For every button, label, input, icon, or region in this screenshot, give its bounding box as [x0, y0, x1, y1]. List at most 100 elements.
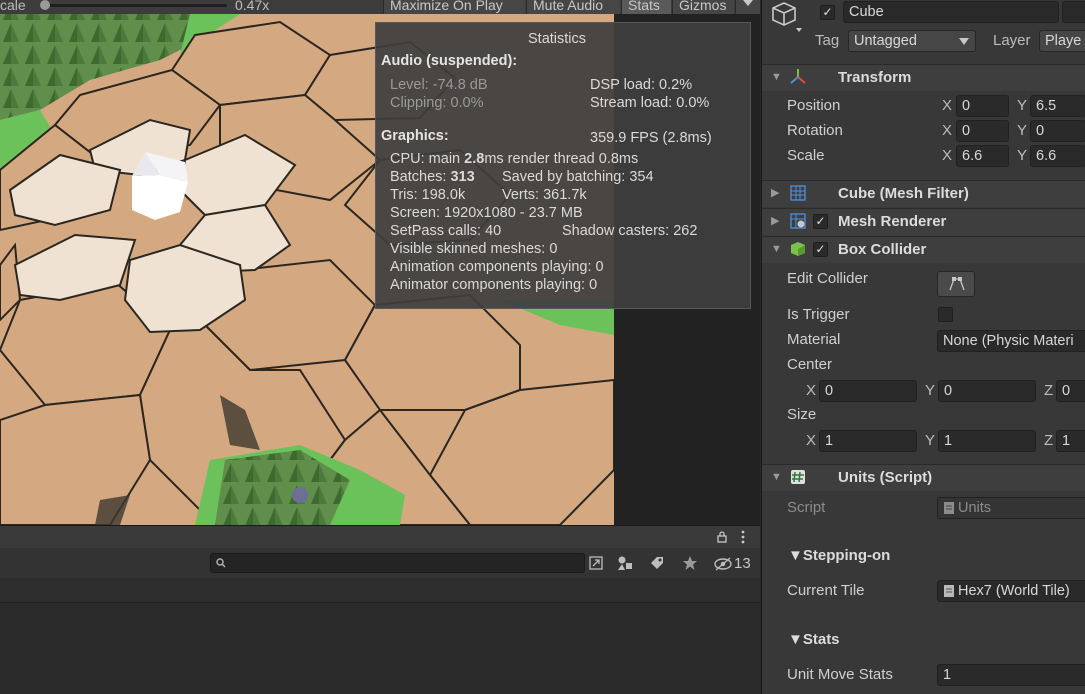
scale-y-label[interactable]: Y	[1017, 147, 1027, 165]
mesh-filter-header[interactable]: ▶ Cube (Mesh Filter)	[762, 180, 1085, 207]
scale-label[interactable]: Scale	[787, 147, 825, 165]
filter-by-label-icon[interactable]	[649, 555, 665, 571]
script-label: Script	[787, 499, 826, 516]
position-y-field[interactable]: 6.5	[1030, 95, 1085, 117]
scale-slider-handle[interactable]	[40, 0, 50, 10]
object-name-field[interactable]: Cube	[843, 1, 1059, 23]
rotation-label[interactable]: Rotation	[787, 122, 843, 140]
stats-header[interactable]: ▼Stats	[788, 631, 840, 649]
game-view-toolbar: cale 0.47x Maximize On Play Mute Audio S…	[0, 0, 760, 14]
object-active-checkbox[interactable]: ✓	[820, 5, 835, 20]
current-tile-label: Current Tile	[787, 582, 865, 599]
position-x-field[interactable]: 0	[956, 95, 1009, 117]
is-trigger-checkbox[interactable]	[938, 307, 953, 322]
statistics-panel: Statistics Audio (suspended): Level: -74…	[375, 22, 751, 309]
size-x-field[interactable]: 1	[819, 430, 917, 452]
script-value: Units	[958, 500, 992, 516]
box-collider-enabled-checkbox[interactable]: ✓	[813, 242, 828, 257]
layer-dropdown[interactable]: Playe	[1039, 30, 1085, 52]
rotation-y-label[interactable]: Y	[1017, 122, 1027, 140]
more-options-icon[interactable]	[740, 530, 746, 544]
scale-value: 0.47x	[235, 0, 270, 13]
foldout-collapsed-icon: ▶	[771, 187, 780, 199]
foldout-expanded-icon: ▼	[771, 471, 782, 483]
batches-value: 313	[450, 169, 475, 185]
batches-stat: Batches: 313	[390, 169, 475, 186]
center-z-field[interactable]: 0	[1056, 380, 1085, 402]
current-tile-field[interactable]: Hex7 (World Tile)	[937, 580, 1085, 602]
unit-move-stats-field[interactable]: 1	[937, 664, 1085, 686]
rotation-x-label[interactable]: X	[942, 122, 952, 140]
setpass-stat: SetPass calls: 40	[390, 223, 502, 239]
tag-value: Untagged	[854, 33, 917, 49]
size-y-label[interactable]: Y	[925, 432, 935, 450]
size-z-field[interactable]: 1	[1056, 430, 1085, 452]
bottom-panel-tabbar	[0, 525, 760, 548]
audio-header: Audio (suspended):	[381, 53, 518, 69]
star-icon[interactable]	[682, 555, 698, 571]
stats-button[interactable]: Stats	[621, 0, 671, 14]
size-z-label[interactable]: Z	[1044, 432, 1053, 450]
mute-audio-button[interactable]: Mute Audio	[526, 0, 620, 14]
graphics-header: Graphics:	[381, 128, 449, 144]
shadow-casters-stat: Shadow casters: 262	[562, 223, 698, 239]
center-x-label[interactable]: X	[806, 382, 816, 400]
position-x-label[interactable]: X	[942, 97, 952, 115]
verts-stat: Verts: 361.7k	[502, 187, 587, 203]
tag-dropdown[interactable]: Untagged	[848, 30, 976, 52]
gizmos-dropdown[interactable]	[735, 0, 760, 14]
filter-by-type-icon[interactable]	[617, 555, 633, 571]
gizmos-button[interactable]: Gizmos	[672, 0, 734, 14]
position-label[interactable]: Position	[787, 97, 840, 115]
center-label: Center	[787, 356, 833, 373]
scale-y-field[interactable]: 6.6	[1030, 145, 1085, 167]
size-y-field[interactable]: 1	[938, 430, 1036, 452]
batches-prefix: Batches:	[390, 169, 451, 185]
transform-icon	[790, 69, 806, 84]
audio-clipping: Clipping: 0.0%	[390, 95, 484, 111]
position-y-label[interactable]: Y	[1017, 97, 1027, 115]
center-x-field[interactable]: 0	[819, 380, 917, 402]
stepping-on-header[interactable]: ▼Stepping-on	[788, 547, 890, 565]
cpu-suffix: ms render thread 0.8ms	[484, 151, 639, 167]
material-field[interactable]: None (Physic Materi	[937, 330, 1085, 352]
scale-x-field[interactable]: 6.6	[956, 145, 1009, 167]
lock-icon[interactable]	[716, 531, 728, 543]
edit-collider-button[interactable]	[937, 271, 975, 297]
maximize-on-play-button[interactable]: Maximize On Play	[383, 0, 525, 14]
box-collider-header[interactable]: ▼ ✓ Box Collider	[762, 236, 1085, 263]
units-script-title: Units (Script)	[838, 469, 933, 486]
mesh-renderer-header[interactable]: ▶ ✓ Mesh Renderer	[762, 208, 1085, 235]
tris-stat: Tris: 198.0k	[390, 187, 466, 203]
object-reference-icon	[944, 585, 954, 597]
center-z-label[interactable]: Z	[1044, 382, 1053, 400]
units-script-header[interactable]: ▼ Units (Script)	[762, 464, 1085, 491]
cpu-prefix: CPU: main	[390, 151, 465, 167]
mesh-filter-title: Cube (Mesh Filter)	[838, 185, 969, 202]
transform-title: Transform	[838, 69, 912, 86]
cpu-stats: CPU: main 2.8ms render thread 0.8ms	[390, 151, 638, 168]
search-by-type-icon[interactable]	[589, 556, 603, 570]
search-icon	[216, 558, 226, 568]
saved-by-batching: Saved by batching: 354	[502, 169, 654, 185]
mesh-renderer-enabled-checkbox[interactable]: ✓	[813, 214, 828, 229]
edit-collider-label: Edit Collider	[787, 270, 868, 287]
material-label: Material	[787, 331, 841, 348]
audio-level: Level: -74.8 dB	[390, 77, 488, 93]
rotation-y-field[interactable]: 0	[1030, 120, 1085, 142]
transform-header[interactable]: ▼ Transform	[762, 64, 1085, 91]
edit-bounds-icon	[949, 277, 965, 291]
scale-slider[interactable]	[42, 4, 227, 7]
fps-readout: 359.9 FPS (2.8ms)	[590, 130, 712, 146]
mesh-filter-icon	[790, 185, 806, 201]
rotation-x-field[interactable]: 0	[956, 120, 1009, 142]
center-y-label[interactable]: Y	[925, 382, 935, 400]
search-input[interactable]	[210, 553, 585, 573]
scale-label: cale	[0, 0, 26, 13]
hidden-packages-icon[interactable]	[713, 557, 733, 571]
static-toggle[interactable]	[1062, 1, 1085, 23]
center-y-field[interactable]: 0	[938, 380, 1036, 402]
scale-x-label[interactable]: X	[942, 147, 952, 165]
foldout-expanded-icon: ▼	[771, 71, 782, 83]
size-x-label[interactable]: X	[806, 432, 816, 450]
